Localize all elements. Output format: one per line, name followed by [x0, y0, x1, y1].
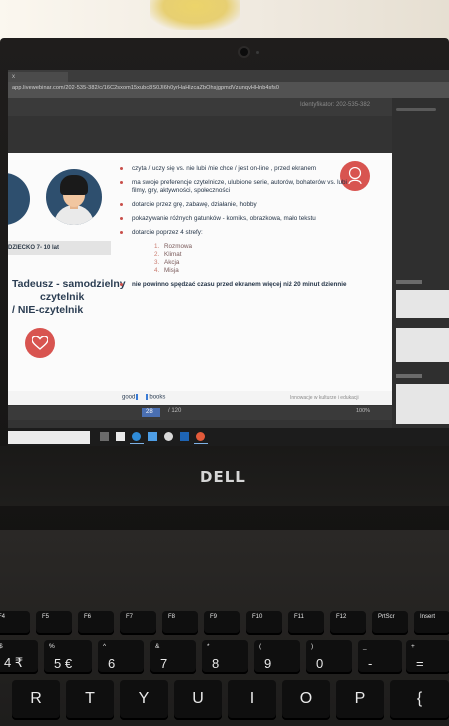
taskbar-search[interactable] [8, 431, 90, 444]
key-equals[interactable]: + = [406, 640, 449, 674]
chat-box[interactable] [396, 384, 449, 424]
age-label: DZIECKO 7- 10 lat [8, 245, 60, 251]
webinar-area: Identyfikator: 202-535-382 DZIECKO 7- 10… [8, 98, 449, 428]
persona-title-line: Tadeusz - samodzielny [12, 278, 126, 290]
key-f11[interactable]: F11 [288, 611, 324, 635]
zone-item: 1. Rozmowa [154, 243, 192, 250]
key-0[interactable]: ) 0 [306, 640, 352, 674]
persona-title: Tadeusz - samodzielny czytelnik / NIE-cz… [12, 278, 132, 317]
key-bracket[interactable]: { [390, 680, 449, 720]
key-i[interactable]: I [228, 680, 276, 720]
zones-list: 1. Rozmowa 2. Klimat 3. Akcja 4. Misja [154, 243, 348, 275]
key-t[interactable]: T [66, 680, 114, 720]
list-item: czyta / uczy się vs. nie lubi /nie chce … [118, 165, 348, 173]
persona-title-line: / NIE-czytelnik [12, 304, 84, 316]
key-4[interactable]: $4 ₹ [0, 640, 38, 674]
key-f4[interactable]: F4 [0, 611, 30, 635]
list-item: dotarcie przez grę, zabawę, działanie, h… [118, 201, 348, 209]
slide-controls [8, 406, 396, 420]
mail-icon[interactable] [148, 432, 157, 441]
address-url: app.livewebinar.com/202-535-382/c/16C2sx… [12, 85, 280, 91]
presentation-slide: DZIECKO 7- 10 lat Tadeusz - samodzielny … [8, 153, 396, 405]
chrome-icon[interactable] [164, 432, 173, 441]
participants-panel [392, 98, 449, 428]
list-item: ma swoje preferencje czytelnicze, ulubio… [118, 179, 348, 195]
avatar-boy [46, 169, 102, 225]
participant-card[interactable] [396, 290, 449, 318]
store-icon[interactable] [116, 432, 125, 441]
key-f5[interactable]: F5 [36, 611, 72, 635]
key-p[interactable]: P [336, 680, 384, 720]
key-u[interactable]: U [174, 680, 222, 720]
key-f7[interactable]: F7 [120, 611, 156, 635]
page-number-input[interactable]: 28 [142, 408, 160, 417]
address-bar[interactable]: app.livewebinar.com/202-535-382/c/16C2sx… [8, 82, 449, 98]
browser-tab[interactable]: x [8, 72, 68, 82]
laptop-screen: x app.livewebinar.com/202-535-382/c/16C2… [8, 70, 449, 470]
key-8[interactable]: * 8 [202, 640, 248, 674]
key-prtscr[interactable]: PrtScr [372, 611, 408, 635]
key-minus[interactable]: _ - [358, 640, 402, 674]
key-f9[interactable]: F9 [204, 611, 240, 635]
page-total: / 120 [168, 408, 182, 414]
zoom-level[interactable]: 100% [356, 408, 370, 414]
heart-icon [25, 328, 55, 358]
zone-item: 4. Misja [154, 267, 179, 274]
key-f10[interactable]: F10 [246, 611, 282, 635]
zone-item: 2. Klimat [154, 251, 182, 258]
edge-icon[interactable] [132, 432, 141, 441]
app-icon[interactable] [180, 432, 189, 441]
key-f12[interactable]: F12 [330, 611, 366, 635]
photo-scene: x app.livewebinar.com/202-535-382/c/16C2… [0, 0, 449, 726]
participant-card[interactable] [396, 328, 449, 362]
key-o[interactable]: O [282, 680, 330, 720]
page-current: 28 [146, 409, 153, 415]
key-6[interactable]: ^ 6 [98, 640, 144, 674]
list-item: pokazywanie różnych gatunków - komiks, o… [118, 215, 348, 223]
goodbooks-logo: good books [122, 394, 166, 401]
key-f8[interactable]: F8 [162, 611, 198, 635]
list-item: nie powinno spędzać czasu przed ekranem … [118, 281, 348, 289]
key-5[interactable]: % 5 € [44, 640, 92, 674]
background-object [150, 0, 240, 30]
avatar-left [8, 173, 30, 225]
key-9[interactable]: (9 [254, 640, 300, 674]
firefox-icon[interactable] [196, 432, 205, 441]
close-tab-icon[interactable]: x [12, 74, 15, 80]
browser-tab-bar: x [8, 70, 449, 82]
key-r[interactable]: R [12, 680, 60, 720]
footer-note: Innowacje w kulturze i edukacji [290, 395, 359, 401]
key-y[interactable]: Y [120, 680, 168, 720]
key-insert[interactable]: Insert [414, 611, 449, 635]
webcam [240, 48, 248, 56]
webcam-light [256, 51, 259, 54]
key-f6[interactable]: F6 [78, 611, 114, 635]
list-item: dotarcie poprzez 4 strefy: [118, 229, 348, 237]
meeting-id: Identyfikator: 202-535-382 [300, 102, 371, 108]
dell-logo: DELL [200, 468, 246, 486]
zone-item: 3. Akcja [154, 259, 180, 266]
task-view-icon[interactable] [100, 432, 109, 441]
bullet-list: czyta / uczy się vs. nie lubi /nie chce … [118, 165, 348, 295]
key-7[interactable]: & 7 [150, 640, 196, 674]
